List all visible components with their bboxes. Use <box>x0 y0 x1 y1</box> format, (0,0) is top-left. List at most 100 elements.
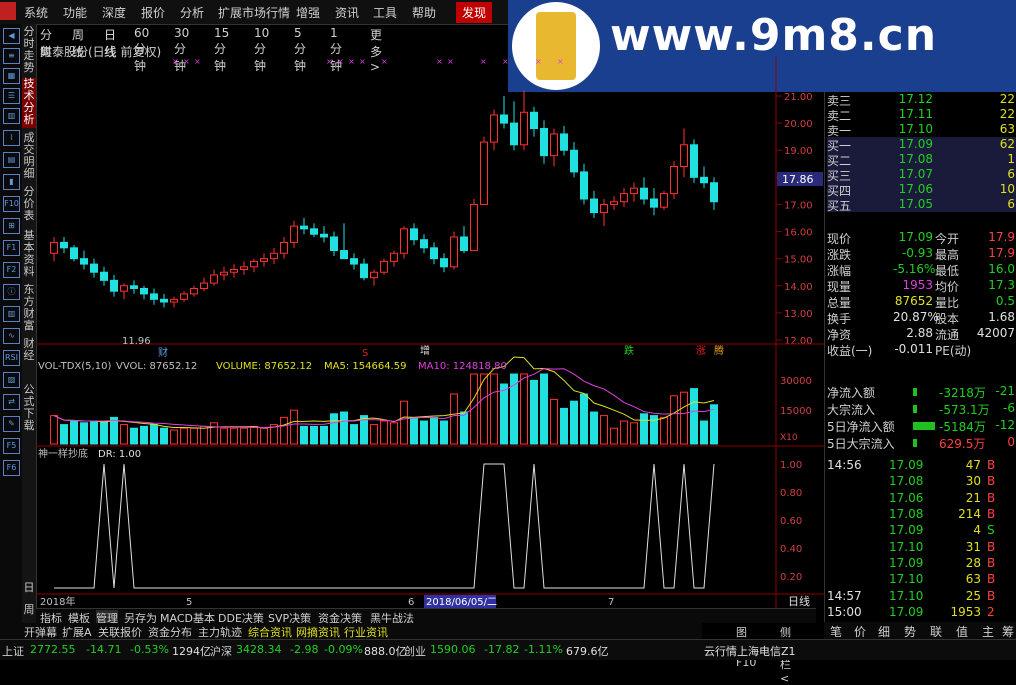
tab-eastmoney[interactable]: 东 方 财 富 <box>22 284 36 334</box>
event-mark-soar[interactable]: 腾 <box>714 344 724 357</box>
candle-body[interactable] <box>330 236 338 252</box>
event-mark-rise[interactable]: 涨 <box>696 345 706 357</box>
orderbook-row[interactable]: 买一 17.09 62 <box>827 137 1016 153</box>
candle-body[interactable] <box>570 149 578 173</box>
candle-body[interactable] <box>180 293 188 300</box>
candle-body[interactable] <box>300 225 308 230</box>
tab-day[interactable]: 日 <box>22 582 36 596</box>
event-mark-finance[interactable]: 财 <box>158 346 168 359</box>
candle-body[interactable] <box>280 241 288 254</box>
candle-body[interactable] <box>610 201 618 205</box>
menu-help[interactable]: 帮助 <box>412 4 436 21</box>
candle-body[interactable] <box>430 247 438 260</box>
orderbook-row[interactable]: 卖一 17.10 63 <box>827 122 1016 138</box>
candle-body[interactable] <box>450 236 458 268</box>
candle-body[interactable] <box>220 271 228 276</box>
tab-extend-a[interactable]: 扩展A <box>62 624 92 640</box>
tab-web-news[interactable]: 网摘资讯 <box>296 624 340 640</box>
candle-body[interactable] <box>120 285 128 292</box>
candle-body[interactable] <box>700 176 708 184</box>
candle-body[interactable] <box>130 285 138 289</box>
menu-analysis[interactable]: 分析 <box>180 4 204 21</box>
btn-value[interactable]: 值 <box>956 623 968 640</box>
tab-industry-news[interactable]: 行业资讯 <box>344 624 388 640</box>
candle-body[interactable] <box>470 203 478 252</box>
tab-general-news[interactable]: 综合资讯 <box>248 624 292 640</box>
candle-body[interactable] <box>390 252 398 262</box>
candle-body[interactable] <box>310 228 318 235</box>
tab-finance[interactable]: 财 经 <box>22 338 36 378</box>
candle-body[interactable] <box>230 269 238 273</box>
candle-body[interactable] <box>140 287 148 295</box>
menu-news[interactable]: 资讯 <box>335 4 359 21</box>
tab-danmaku[interactable]: 开弹幕 <box>24 624 57 640</box>
candle-body[interactable] <box>70 247 78 260</box>
bar-chart-icon[interactable]: ▥ <box>3 108 20 124</box>
vol-indicator-name[interactable]: VOL-TDX(5,10) <box>38 361 111 372</box>
candle-body[interactable] <box>50 241 58 254</box>
candle-body[interactable] <box>210 274 218 284</box>
candle-body[interactable] <box>520 111 528 146</box>
orderbook-row[interactable]: 买四 17.06 10 <box>827 182 1016 198</box>
candle-body[interactable] <box>690 144 698 178</box>
btn-price[interactable]: 价 <box>854 623 866 640</box>
candle-body[interactable] <box>80 258 88 265</box>
candle-body[interactable] <box>410 228 418 241</box>
orderbook-row[interactable]: 买二 17.08 1 <box>827 152 1016 168</box>
candle-body[interactable] <box>560 133 568 151</box>
candle-body[interactable] <box>270 252 278 260</box>
candle-body[interactable] <box>100 271 108 281</box>
candle-icon[interactable]: ▮ <box>3 174 20 190</box>
candle-body[interactable] <box>630 187 638 195</box>
menu-depth[interactable]: 深度 <box>102 4 126 21</box>
candle-body[interactable] <box>60 241 68 249</box>
list-icon[interactable]: ☰ <box>3 88 20 104</box>
candle-body[interactable] <box>600 203 608 214</box>
candle-body[interactable] <box>710 182 718 203</box>
candle-body[interactable] <box>680 144 688 167</box>
candle-body[interactable] <box>440 258 448 268</box>
kline-chart-area[interactable]: ×××××××××××××× 21.0020.0019.0018.0017.00… <box>36 56 824 608</box>
indicator-icon[interactable]: ▨ <box>3 372 20 388</box>
menu-discover[interactable]: 发现 <box>456 2 493 23</box>
kline-icon[interactable]: ▥ <box>3 306 20 322</box>
candle-body[interactable] <box>480 141 488 205</box>
indicator-name[interactable]: 神一样抄底 <box>38 447 88 460</box>
btn-trend[interactable]: 势 <box>904 623 916 640</box>
candle-body[interactable] <box>290 225 298 243</box>
candle-body[interactable] <box>650 198 658 208</box>
btn-stroke[interactable]: 笔 <box>830 623 842 640</box>
chart-icon[interactable]: ⊞ <box>3 218 20 234</box>
candle-body[interactable] <box>250 260 258 268</box>
candle-body[interactable] <box>420 239 428 249</box>
candle-body[interactable] <box>190 287 198 295</box>
menu-extended-market[interactable]: 扩展市场行情 <box>218 4 290 21</box>
tab-week[interactable]: 周 <box>22 604 36 618</box>
orderbook-row[interactable]: 买五 17.05 6 <box>827 197 1016 213</box>
tab-basic-info[interactable]: 基 本 资 料 <box>22 230 36 280</box>
tab-fund-distribution[interactable]: 资金分布 <box>148 624 192 640</box>
orderbook-row[interactable]: 卖三 17.12 22 <box>827 92 1016 108</box>
menu-enhance[interactable]: 增强 <box>296 4 320 21</box>
candle-body[interactable] <box>400 228 408 254</box>
candle-body[interactable] <box>320 233 328 238</box>
candle-body[interactable] <box>620 193 628 203</box>
candle-body[interactable] <box>670 165 678 195</box>
line-chart-icon[interactable]: ⌇ <box>3 130 20 146</box>
draw-icon[interactable]: ✎ <box>3 416 20 432</box>
tab-trade-details[interactable]: 成 交 明 细 <box>22 132 36 182</box>
candle-body[interactable] <box>660 193 668 208</box>
sh-label[interactable]: 上证 <box>2 643 24 659</box>
tab-related-quote[interactable]: 关联报价 <box>98 624 142 640</box>
candle-body[interactable] <box>490 114 498 143</box>
candle-body[interactable] <box>580 171 588 200</box>
rsi-icon[interactable]: RSI <box>3 350 20 366</box>
candle-body[interactable] <box>260 258 268 262</box>
table-icon[interactable]: ▤ <box>3 152 20 168</box>
tab-technical[interactable]: 技 术 分 析 <box>22 78 36 128</box>
candle-body[interactable] <box>540 128 548 157</box>
menu-system[interactable]: 系统 <box>24 4 48 21</box>
candle-body[interactable] <box>640 187 648 200</box>
btn-link[interactable]: 联 <box>930 623 942 640</box>
tab-formula-download[interactable]: 公 式 下 载 <box>22 384 36 434</box>
